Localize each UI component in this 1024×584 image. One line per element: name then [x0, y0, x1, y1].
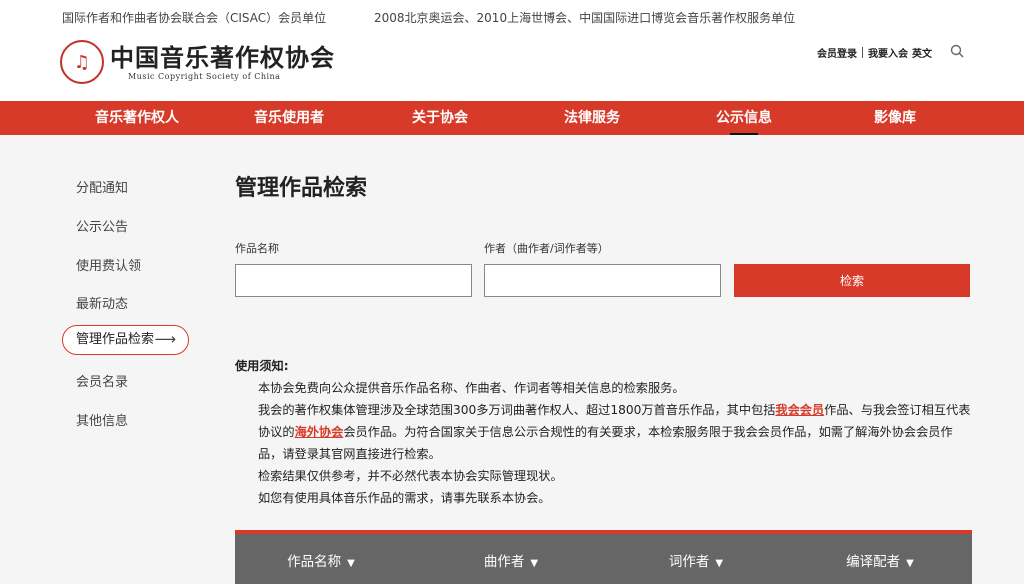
site-logo[interactable]: ♫ 中国音乐著作权协会 Music Copyright Society of C… [60, 40, 335, 84]
nav-copyright-owners[interactable]: 音乐著作权人 [95, 101, 179, 135]
sort-caret-icon: ▼ [906, 558, 914, 569]
nav-music-users[interactable]: 音乐使用者 [254, 101, 324, 135]
sidebar-item-other-info[interactable]: 其他信息 [76, 410, 128, 429]
notice-title: 使用须知: [235, 359, 289, 373]
sort-caret-icon: ▼ [347, 558, 355, 569]
sort-caret-icon: ▼ [715, 558, 724, 569]
sort-caret-icon: ▼ [530, 558, 539, 569]
sidebar-item-fee-claim[interactable]: 使用费认领 [76, 255, 141, 274]
results-table-header: 作品名称 ▼ 曲作者 ▼ 词作者 ▼ 编译配者 ▼ [235, 530, 972, 584]
nav-public-info[interactable]: 公示信息 [716, 101, 772, 135]
nav-about[interactable]: 关于协会 [412, 101, 468, 135]
arrow-right-icon: ⟶ [154, 330, 176, 348]
notice-paragraph-4: 如您有使用具体音乐作品的需求，请事先联系本协会。 [258, 491, 551, 505]
search-icon[interactable] [950, 44, 964, 58]
sidebar-item-news[interactable]: 最新动态 [76, 293, 128, 312]
header-links: 会员登录 我要入会 英文 [817, 45, 932, 60]
sidebar-item-distribution-notice[interactable]: 分配通知 [76, 177, 128, 196]
our-members-link[interactable]: 我会会员 [775, 403, 824, 417]
english-link[interactable]: 英文 [912, 45, 932, 60]
notice-paragraph-2: 我会的著作权集体管理涉及全球范围300多万词曲著作权人、超过1800万首音乐作品… [258, 403, 971, 461]
column-header-arranger[interactable]: 编译配者 ▼ [846, 550, 914, 570]
usage-notice: 使用须知: 本协会免费向公众提供音乐作品名称、作曲者、作词者等相关信息的检索服务… [235, 355, 975, 509]
logo-seal-icon: ♫ [60, 40, 104, 84]
sidebar-item-work-search[interactable]: 管理作品检索 ⟶ [62, 325, 189, 355]
cisac-membership-text: 国际作者和作曲者协会联合会（CISAC）会员单位 [62, 11, 327, 25]
page-title: 管理作品检索 [235, 176, 368, 201]
divider [862, 47, 863, 58]
column-header-composer[interactable]: 曲作者 ▼ [484, 550, 538, 570]
top-info-bar: 国际作者和作曲者协会联合会（CISAC）会员单位 2008北京奥运会、2010上… [0, 0, 1024, 34]
member-login-link[interactable]: 会员登录 [817, 45, 857, 60]
service-unit-text: 2008北京奥运会、2010上海世博会、中国国际进口博览会音乐著作权服务单位 [374, 11, 796, 25]
work-name-label: 作品名称 [235, 242, 279, 255]
sidebar-item-label: 管理作品检索 [76, 332, 155, 347]
notice-paragraph-3: 检索结果仅供参考，并不必然代表本协会实际管理现状。 [258, 469, 563, 483]
work-name-input[interactable] [235, 264, 472, 297]
notice-paragraph-1: 本协会免费向公众提供音乐作品名称、作曲者、作词者等相关信息的检索服务。 [258, 381, 685, 395]
site-header: ♫ 中国音乐著作权协会 Music Copyright Society of C… [0, 34, 1024, 101]
author-label: 作者（曲作者/词作者等） [484, 242, 609, 255]
author-input[interactable] [484, 264, 721, 297]
main-nav: 音乐著作权人 音乐使用者 关于协会 法律服务 公示信息 影像库 [0, 101, 1024, 135]
column-header-lyricist[interactable]: 词作者 ▼ [669, 550, 723, 570]
logo-english-name: Music Copyright Society of China [128, 71, 281, 81]
search-button[interactable]: 检索 [734, 264, 970, 297]
sidebar-item-member-directory[interactable]: 会员名录 [76, 371, 128, 390]
sidebar-item-announcements[interactable]: 公示公告 [76, 216, 128, 235]
join-link[interactable]: 我要入会 [868, 45, 908, 60]
overseas-societies-link[interactable]: 海外协会 [295, 425, 344, 439]
nav-legal-services[interactable]: 法律服务 [564, 101, 620, 135]
logo-chinese-name: 中国音乐著作权协会 [110, 42, 335, 72]
column-header-work-name[interactable]: 作品名称 ▼ [287, 550, 355, 570]
nav-media-library[interactable]: 影像库 [874, 101, 916, 135]
